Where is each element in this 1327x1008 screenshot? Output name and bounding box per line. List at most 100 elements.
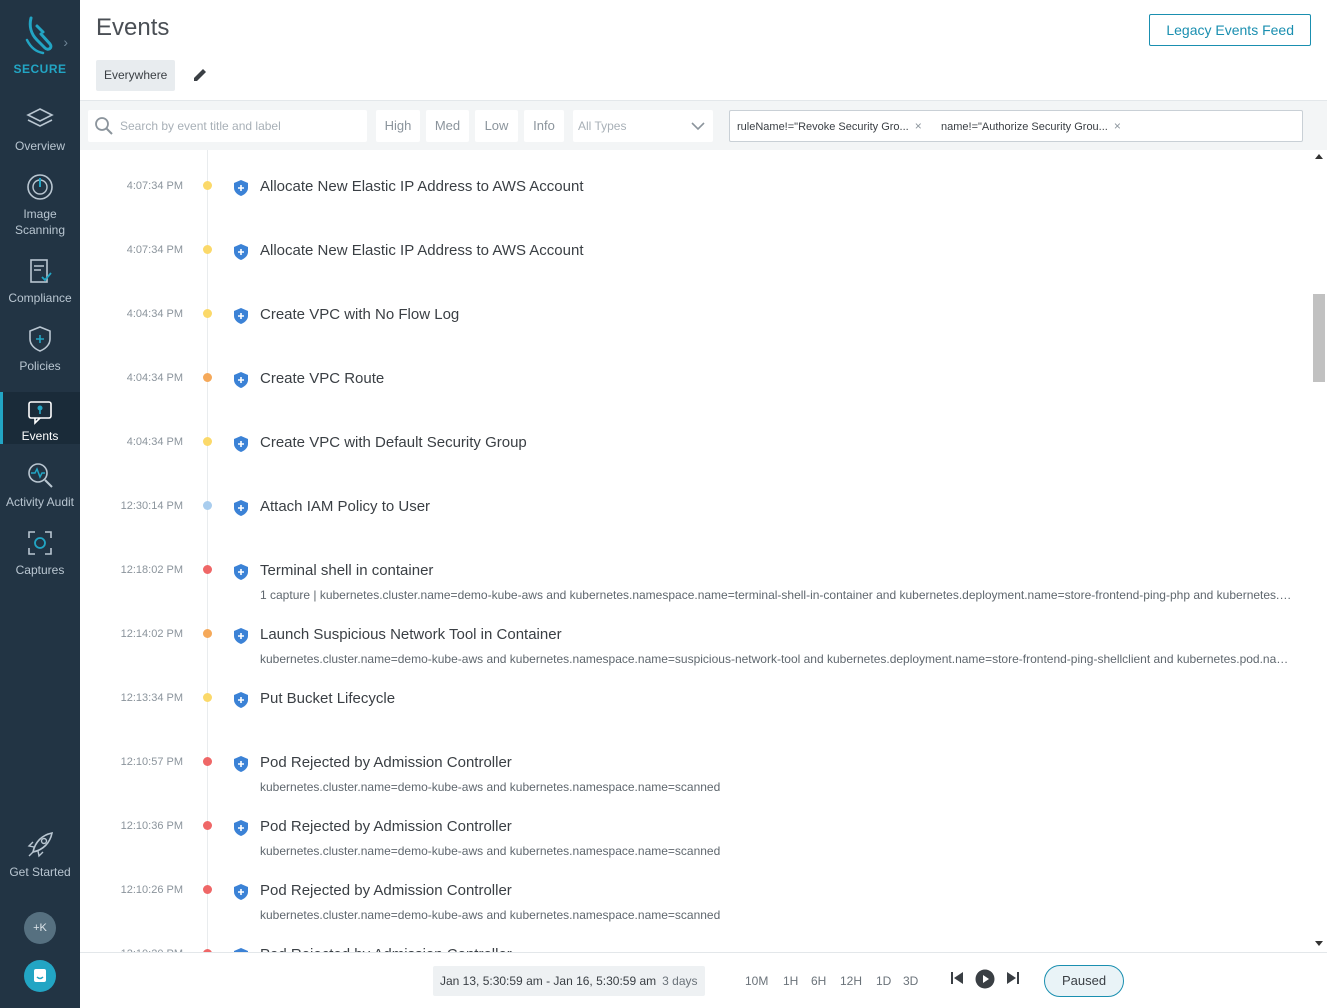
image-scanning-icon [27, 174, 53, 200]
policies-icon [29, 326, 51, 352]
severity-filter-high[interactable]: High [376, 110, 420, 142]
scroll-down-arrow-icon[interactable] [1315, 941, 1323, 946]
scope-selector[interactable]: Everywhere [96, 60, 176, 91]
shield-icon [234, 820, 248, 836]
pencil-icon[interactable] [192, 67, 208, 83]
sidebar-item-activity-audit[interactable]: Activity Audit [0, 460, 80, 528]
event-title: Allocate New Elastic IP Address to AWS A… [260, 178, 584, 195]
product-logo[interactable]: › SECURE [0, 8, 80, 88]
event-row[interactable]: 12:10:26 PM Pod Rejected by Admission Con… [80, 856, 1311, 922]
get-started-button[interactable]: Get Started [0, 830, 80, 898]
scrollbar[interactable] [1311, 150, 1327, 952]
zoom-option-10m[interactable]: 10M [745, 966, 768, 996]
search-icon [95, 117, 113, 135]
label-filter-chip[interactable]: ruleName!="Revoke Security Gro... × [737, 111, 922, 141]
label-filter-chip[interactable]: name!="Authorize Security Grou... × [941, 111, 1121, 141]
event-row[interactable]: 12:14:02 PM Launch Suspicious Network Too… [80, 600, 1311, 666]
event-time: 12:30:14 PM [120, 500, 183, 512]
severity-dot [203, 885, 212, 894]
shield-icon [234, 180, 248, 196]
avatar[interactable]: +K [24, 912, 56, 944]
event-title: Create VPC with Default Security Group [260, 434, 527, 451]
close-icon[interactable]: × [915, 119, 922, 133]
event-row[interactable]: 4:07:34 PM Allocate New Elastic IP Addres… [80, 152, 1311, 216]
label-filter-chip-text: ruleName!="Revoke Security Gro... [737, 121, 909, 133]
shield-icon [234, 436, 248, 452]
severity-dot [203, 629, 212, 638]
scroll-up-arrow-icon[interactable] [1315, 154, 1323, 159]
zoom-option-1h[interactable]: 1H [783, 966, 798, 996]
search-input[interactable] [120, 110, 360, 142]
chat-button[interactable] [24, 960, 56, 992]
sidebar-item-overview[interactable]: Overview [0, 104, 80, 172]
event-time: 4:04:34 PM [126, 372, 183, 384]
event-time: 4:07:34 PM [126, 244, 183, 256]
filter-bar: High Med Low Info All Types ruleName!="R… [80, 100, 1327, 150]
legacy-events-feed-button[interactable]: Legacy Events Feed [1149, 14, 1311, 46]
play-icon[interactable] [975, 969, 995, 989]
sidebar-item-label: Captures [15, 563, 65, 577]
chat-icon [34, 969, 46, 982]
events-icon [28, 401, 52, 425]
event-types-select[interactable]: All Types [573, 110, 713, 142]
event-row[interactable]: 4:04:34 PM Create VPC Route [80, 344, 1311, 408]
scrollbar-thumb[interactable] [1313, 294, 1325, 382]
shield-icon [234, 564, 248, 580]
event-title: Pod Rejected by Admission Controller [260, 754, 512, 771]
event-row[interactable]: 4:07:34 PM Allocate New Elastic IP Addres… [80, 216, 1311, 280]
time-navigation-bar: Jan 13, 5:30:59 am - Jan 16, 5:30:59 am 3… [80, 952, 1327, 1008]
event-types-placeholder: All Types [578, 119, 627, 133]
sidebar-item-compliance[interactable]: Compliance [0, 256, 80, 324]
event-time: 12:10:36 PM [120, 820, 183, 832]
skip-back-icon[interactable] [950, 971, 964, 985]
severity-dot [203, 309, 212, 318]
sidebar-item-label: Events [21, 429, 59, 443]
severity-dot [203, 373, 212, 382]
sidebar-item-image-scanning[interactable]: Image Scanning [0, 172, 80, 244]
event-row[interactable]: 12:10:36 PM Pod Rejected by Admission Con… [80, 792, 1311, 858]
event-time: 12:18:02 PM [120, 564, 183, 576]
severity-dot [203, 693, 212, 702]
shield-icon [234, 692, 248, 708]
sidebar-item-label: Overview [14, 139, 65, 153]
skip-forward-icon[interactable] [1006, 971, 1020, 985]
zoom-option-6h[interactable]: 6H [811, 966, 826, 996]
event-row[interactable]: 4:04:34 PM Create VPC with Default Securi… [80, 408, 1311, 472]
event-title: Attach IAM Policy to User [260, 498, 431, 515]
severity-filter-low[interactable]: Low [475, 110, 518, 142]
zoom-option-3d[interactable]: 3D [903, 966, 918, 996]
sidebar-item-policies[interactable]: Policies [0, 324, 80, 392]
event-title: Put Bucket Lifecycle [260, 690, 396, 707]
shield-icon [234, 884, 248, 900]
event-time: 12:10:26 PM [120, 884, 183, 896]
severity-filter-med[interactable]: Med [426, 110, 469, 142]
severity-dot [203, 245, 212, 254]
severity-dot [203, 757, 212, 766]
zoom-option-1d[interactable]: 1D [876, 966, 891, 996]
event-row[interactable]: 12:18:02 PM Terminal shell in container 1 … [80, 536, 1311, 602]
page-title: Events [96, 14, 170, 41]
event-row[interactable]: 12:13:34 PM Put Bucket Lifecycle [80, 664, 1311, 728]
secure-logo-icon [25, 16, 53, 55]
event-row[interactable]: 4:04:34 PM Create VPC with No Flow Log [80, 280, 1311, 344]
event-row[interactable]: 12:10:57 PM Pod Rejected by Admission Con… [80, 728, 1311, 794]
severity-filter-info[interactable]: Info [524, 110, 564, 142]
label-filter-input[interactable]: ruleName!="Revoke Security Gro... × name!… [729, 110, 1303, 142]
severity-dot [203, 821, 212, 830]
severity-dot [203, 437, 212, 446]
live-status-button[interactable]: Paused [1044, 965, 1124, 997]
event-row[interactable]: 12:30:14 PM Attach IAM Policy to User [80, 472, 1311, 536]
time-range-selector[interactable]: Jan 13, 5:30:59 am - Jan 16, 5:30:59 am 3… [433, 966, 705, 996]
sidebar: › SECURE Overview Image Scanning Complia… [0, 0, 80, 1008]
event-title: Create VPC with No Flow Log [260, 306, 460, 323]
sidebar-item-events[interactable]: Events [0, 392, 80, 444]
event-list: 4:07:34 PM Allocate New Elastic IP Addres… [80, 150, 1311, 952]
event-title: Pod Rejected by Admission Controller [260, 882, 512, 899]
event-time: 4:04:34 PM [126, 436, 183, 448]
sidebar-item-captures[interactable]: Captures [0, 528, 80, 596]
close-icon[interactable]: × [1114, 119, 1121, 133]
zoom-option-12h[interactable]: 12H [840, 966, 862, 996]
event-row[interactable]: 12:10:20 PMPod Rejected by Admission Con… [80, 920, 1311, 952]
sidebar-item-label: Compliance [8, 291, 72, 305]
chevron-right-icon: › [63, 34, 68, 50]
